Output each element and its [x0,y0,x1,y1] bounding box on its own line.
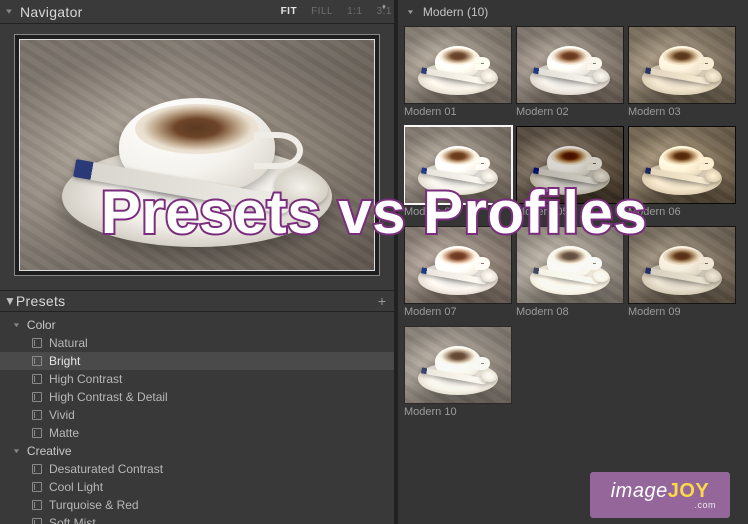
profile-thumbnail-image [404,326,512,404]
preset-item[interactable]: Vivid [0,406,394,424]
profile-thumbnail-label: Modern 05 [516,204,624,224]
profile-thumbnail[interactable]: Modern 07 [404,226,512,324]
profile-thumbnail[interactable]: Modern 01 [404,26,512,124]
profile-browser: ▼ Modern (10) Modern 01Modern 02Modern 0… [398,0,748,524]
chevron-down-icon: ▼ [12,448,21,455]
profile-thumbnail[interactable]: Modern 06 [628,126,736,224]
preset-item[interactable]: High Contrast [0,370,394,388]
preset-icon [32,518,42,524]
preset-item[interactable]: Matte [0,424,394,442]
presets-title: Presets [16,293,378,309]
profile-thumbnail-label: Modern 08 [516,304,624,324]
presets-list: ▼ Color Natural Bright High Contrast High Con… [0,312,394,524]
preset-label: High Contrast & Detail [49,390,168,404]
zoom-option-fit[interactable]: FIT [281,6,298,17]
preset-label: Soft Mist [49,516,96,524]
preset-icon [32,374,42,384]
preset-label: Turquoise & Red [49,498,139,512]
profile-thumbnail-image [628,126,736,204]
preset-label: Desaturated Contrast [49,462,163,476]
preset-group-label: Color [27,318,56,332]
preset-icon [32,464,42,474]
preset-icon [32,410,42,420]
profile-thumbnail[interactable]: Modern 05 [516,126,624,224]
profile-thumbnail[interactable]: Modern 03 [628,26,736,124]
profile-thumbnail-label: Modern 09 [628,304,736,324]
preset-icon [32,428,42,438]
preset-group-color[interactable]: ▼ Color [0,316,394,334]
profile-thumbnail-image [516,126,624,204]
profile-thumbnail-label: Modern 06 [628,204,736,224]
preset-icon [32,338,42,348]
preset-item[interactable]: Soft Mist [0,514,394,524]
profile-thumbnail-image [516,26,624,104]
navigator-preview-image [19,39,375,271]
profile-thumbnail[interactable]: Modern 09 [628,226,736,324]
profile-thumbnail-image [404,126,512,204]
zoom-options: FITFILL1:13:1 [281,6,392,17]
preset-label: Matte [49,426,79,440]
preset-label: Vivid [49,408,75,422]
profile-thumbnail-image [628,226,736,304]
preset-label: Natural [49,336,88,350]
profile-thumbnail-label: Modern 03 [628,104,736,124]
chevron-down-icon: ▼ [12,322,21,329]
zoom-option-1-1[interactable]: 1:1 [347,6,362,17]
navigator-title: Navigator [20,4,281,20]
profile-thumbnail[interactable]: Modern 08 [516,226,624,324]
preset-group-creative[interactable]: ▼ Creative [0,442,394,460]
collapse-icon: ▼ [406,9,415,16]
preset-item[interactable]: Cool Light [0,478,394,496]
zoom-option-fill[interactable]: FILL [311,6,333,17]
preset-icon [32,500,42,510]
preset-item[interactable]: Natural [0,334,394,352]
profile-thumbnail-image [404,226,512,304]
preset-item[interactable]: Turquoise & Red [0,496,394,514]
profile-thumbnail[interactable]: Modern 04 [404,126,512,224]
preset-label: High Contrast [49,372,122,386]
preset-label: Cool Light [49,480,103,494]
preset-item[interactable]: Bright [0,352,394,370]
profile-thumbnail-label: Modern 02 [516,104,624,124]
navigator-panel-header[interactable]: ▼ Navigator FITFILL1:13:1 ♦ [0,0,394,24]
profile-thumbnail-image [404,26,512,104]
preset-icon [32,482,42,492]
profile-thumbnail[interactable]: Modern 10 [404,326,512,424]
zoom-more-icon[interactable]: ♦ [382,0,386,11]
profile-group-label: Modern (10) [423,5,488,19]
collapse-icon: ▼ [4,8,14,16]
add-preset-icon[interactable]: + [378,293,386,309]
navigator-preview-frame[interactable] [14,34,380,276]
profile-thumbnail-image [516,226,624,304]
preset-group-label: Creative [27,444,72,458]
profile-thumbnail-label: Modern 04 [404,204,512,224]
preset-item[interactable]: Desaturated Contrast [0,460,394,478]
profile-thumbnail-label: Modern 07 [404,304,512,324]
preset-icon [32,392,42,402]
left-panel: ▼ Navigator FITFILL1:13:1 ♦ ▼ Presets + … [0,0,398,524]
preset-label: Bright [49,354,80,368]
navigator-body [0,24,394,290]
profile-thumbnail-label: Modern 10 [404,404,512,424]
preset-item[interactable]: High Contrast & Detail [0,388,394,406]
collapse-icon: ▼ [4,294,16,308]
preset-icon [32,356,42,366]
profile-thumbnail-image [628,26,736,104]
profile-group-header[interactable]: ▼ Modern (10) [404,0,748,24]
profile-grid: Modern 01Modern 02Modern 03Modern 04Mode… [404,24,748,524]
presets-panel-header[interactable]: ▼ Presets + [0,290,394,312]
profile-thumbnail[interactable]: Modern 02 [516,26,624,124]
profile-thumbnail-label: Modern 01 [404,104,512,124]
